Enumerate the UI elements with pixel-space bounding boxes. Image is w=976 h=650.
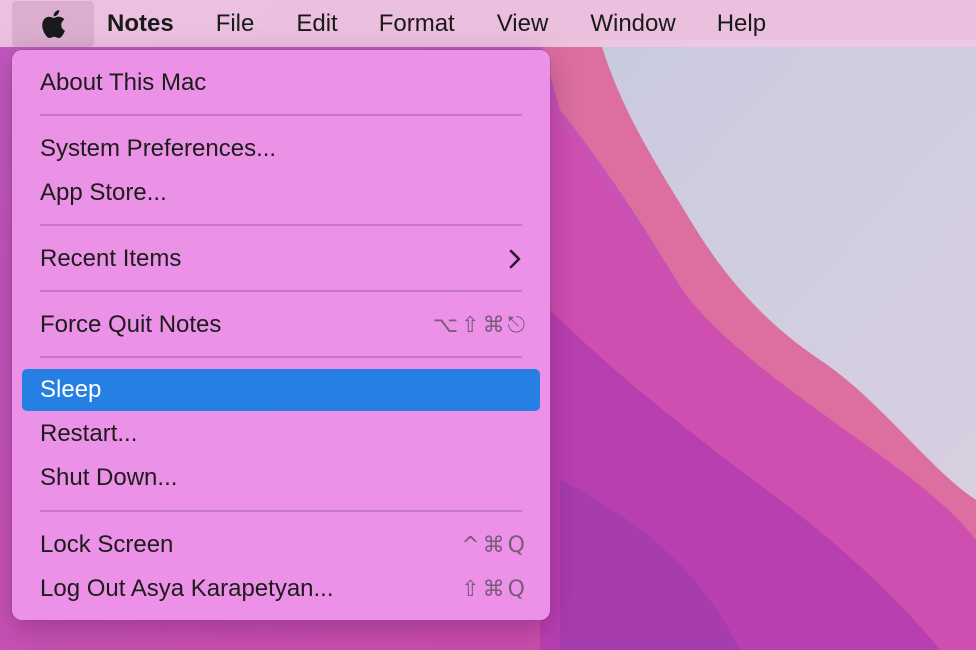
menu-item-log-out[interactable]: Log Out Asya Karapetyan... ⇧⌘Q (22, 568, 540, 610)
menu-item-lock-screen[interactable]: Lock Screen ^⌘Q (22, 524, 540, 566)
menu-item-label: Restart... (40, 420, 138, 447)
menu-item-label: Log Out Asya Karapetyan... (40, 575, 334, 602)
log-out-shortcut: ⇧⌘Q (461, 576, 528, 602)
menu-separator (40, 290, 522, 292)
menu-separator (40, 510, 522, 512)
menubar-window[interactable]: Window (590, 0, 675, 47)
menu-item-recent-items[interactable]: Recent Items (22, 238, 540, 280)
menubar-app-notes[interactable]: Notes (107, 0, 174, 47)
apple-menu-dropdown: About This Mac System Preferences... App… (12, 50, 550, 620)
menu-item-sleep[interactable]: Sleep (22, 369, 540, 411)
menubar-help[interactable]: Help (717, 0, 766, 47)
menu-item-label: Force Quit Notes (40, 311, 222, 338)
apple-menu-button[interactable] (12, 0, 94, 47)
menu-item-label: About This Mac (40, 69, 207, 96)
menu-item-force-quit[interactable]: Force Quit Notes ⌥⇧⌘⎋ (22, 304, 540, 346)
menu-item-label: Recent Items (40, 245, 182, 272)
menu-item-label: System Preferences... (40, 135, 277, 162)
menu-separator (40, 114, 522, 116)
menu-item-label: Lock Screen (40, 531, 174, 558)
menubar-view[interactable]: View (497, 0, 549, 47)
menu-separator (40, 356, 522, 358)
menu-item-app-store[interactable]: App Store... (22, 172, 540, 214)
chevron-right-icon (509, 249, 521, 269)
menu-item-system-preferences[interactable]: System Preferences... (22, 128, 540, 170)
menu-item-label: App Store... (40, 179, 167, 206)
menubar-file[interactable]: File (216, 0, 255, 47)
menu-bar: Notes File Edit Format View Window Help (0, 0, 976, 47)
menubar-format[interactable]: Format (379, 0, 455, 47)
apple-logo-icon (42, 9, 65, 38)
menu-separator (40, 224, 522, 226)
desktop: Notes File Edit Format View Window Help … (0, 0, 976, 650)
menu-item-label: Shut Down... (40, 464, 178, 491)
menu-item-label: Sleep (40, 376, 102, 403)
menu-item-restart[interactable]: Restart... (22, 413, 540, 455)
lock-screen-shortcut: ^⌘Q (461, 532, 528, 558)
menu-item-shut-down[interactable]: Shut Down... (22, 457, 540, 499)
menu-item-about-this-mac[interactable]: About This Mac (22, 62, 540, 104)
menubar-edit[interactable]: Edit (296, 0, 337, 47)
force-quit-shortcut: ⌥⇧⌘⎋ (432, 312, 528, 338)
